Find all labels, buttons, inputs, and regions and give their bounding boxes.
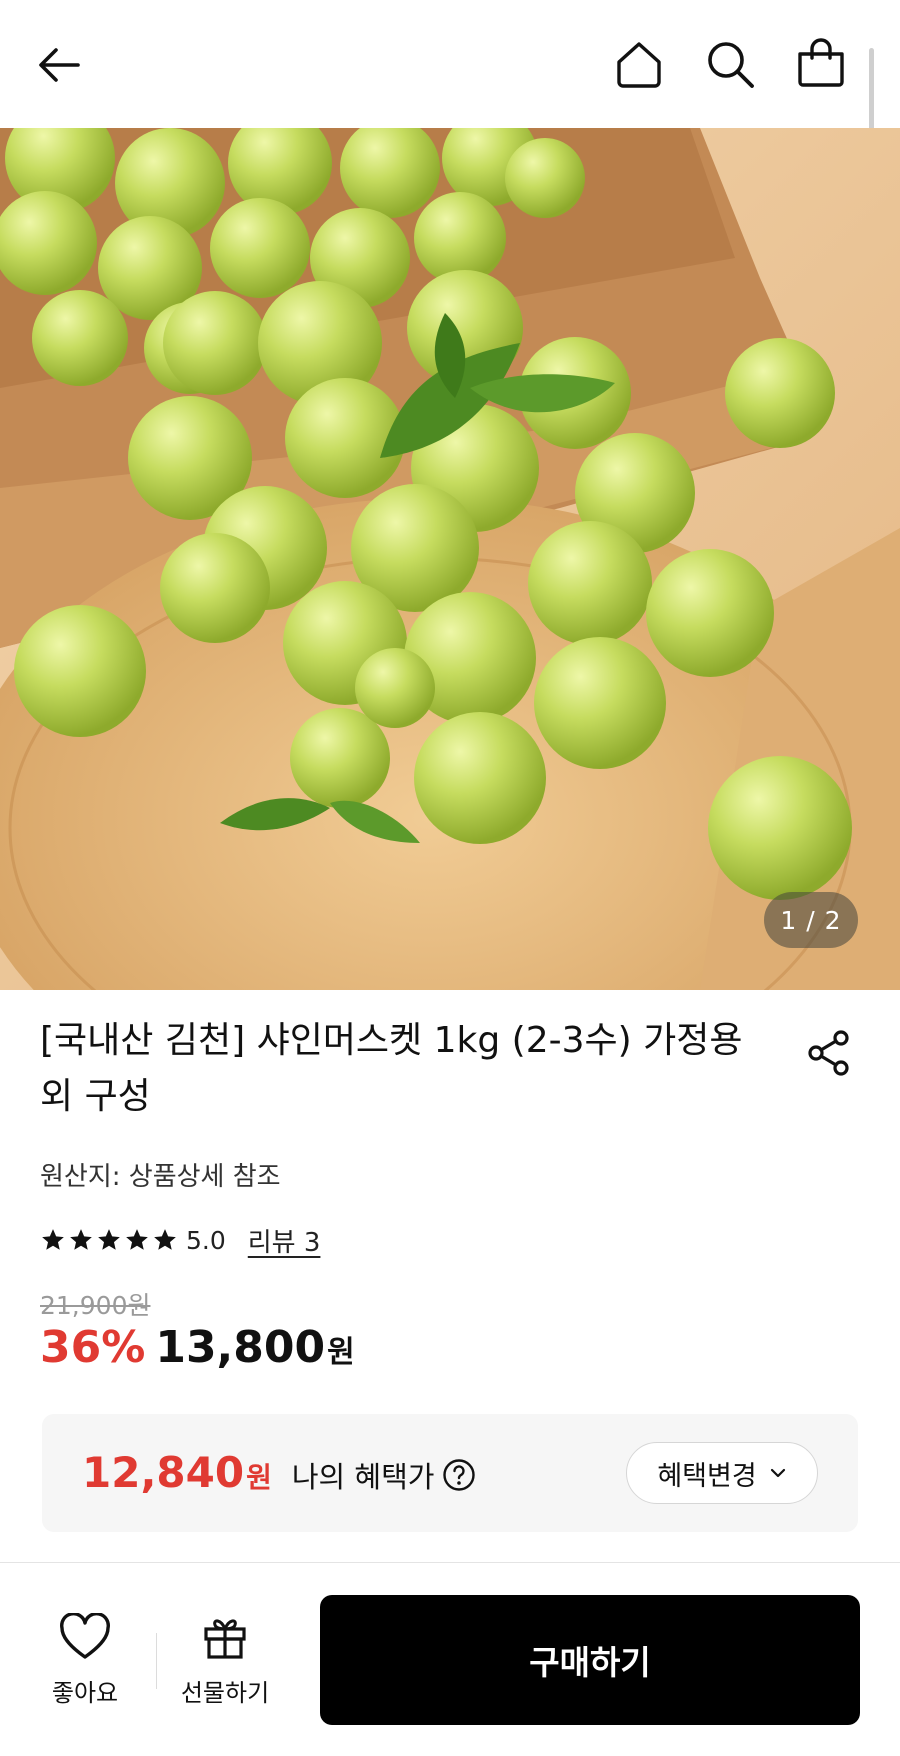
price-row: 36% 13,800 원 [40, 1322, 355, 1373]
gift-label: 선물하기 [180, 1679, 270, 1707]
chevron-down-icon [770, 1468, 785, 1478]
original-price: 21,900원 [40, 1291, 151, 1320]
star-icon [42, 1229, 64, 1250]
sale-price: 13,800 [155, 1322, 326, 1373]
benefit-price: 12,840 [82, 1448, 245, 1497]
like-label: 좋아요 [51, 1679, 119, 1707]
product-title: [국내산 김천] 샤인머스켓 1kg (2-3수) 가정용 외 구성 [40, 1020, 743, 1117]
arrow-left-icon[interactable] [34, 40, 84, 90]
change-benefit-label: 혜택변경 [657, 1460, 757, 1492]
benefit-price-label: 나의 혜택가 [291, 1460, 435, 1494]
rating-stars [40, 1227, 178, 1253]
star-icon [154, 1229, 176, 1250]
shopping-bag-icon[interactable] [794, 36, 848, 90]
review-link[interactable]: 리뷰 3 [248, 1222, 321, 1259]
search-icon[interactable] [704, 38, 758, 92]
gift-button[interactable]: 선물하기 [170, 1613, 280, 1708]
rating-value: 5.0 [186, 1225, 226, 1255]
benefit-price-unit: 원 [246, 1461, 272, 1494]
carousel-page-indicator: 1 / 2 [764, 892, 858, 948]
rating-row: 5.0 리뷰 3 [40, 1222, 320, 1258]
benefit-price-group: 12,840 원 나의 혜택가 [82, 1448, 476, 1497]
buy-button[interactable]: 구매하기 [320, 1595, 860, 1725]
star-icon [98, 1229, 120, 1250]
like-button[interactable]: 좋아요 [30, 1612, 140, 1708]
gift-icon [204, 1619, 246, 1659]
product-origin: 원산지: 상품상세 참조 [40, 1162, 281, 1192]
bottom-action-bar: 좋아요 선물하기 구매하기 [0, 1563, 900, 1756]
product-image-carousel[interactable] [0, 128, 900, 990]
change-benefit-button[interactable]: 혜택변경 [626, 1442, 818, 1504]
sale-price-unit: 원 [327, 1335, 355, 1370]
discount-rate: 36% [40, 1322, 146, 1373]
top-app-bar [0, 0, 900, 128]
home-icon[interactable] [612, 38, 666, 92]
product-image [0, 128, 900, 990]
help-icon[interactable] [442, 1458, 476, 1492]
benefit-price-box: 12,840 원 나의 혜택가 혜택변경 [42, 1414, 858, 1532]
share-icon[interactable] [804, 1028, 854, 1078]
bottom-separator [156, 1633, 157, 1689]
star-icon [70, 1229, 92, 1250]
heart-icon [60, 1612, 110, 1659]
star-icon [126, 1229, 148, 1250]
